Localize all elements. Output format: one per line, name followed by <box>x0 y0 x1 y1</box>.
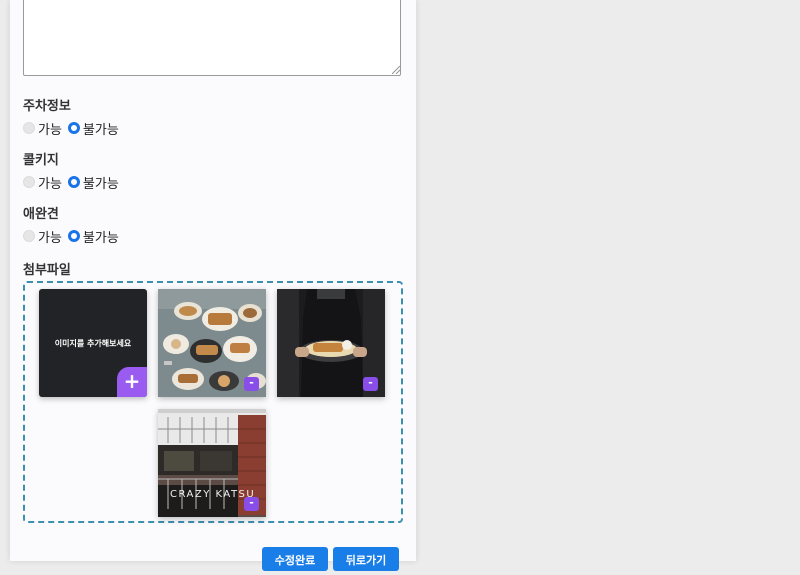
remove-image-button[interactable]: - <box>244 377 259 391</box>
add-image-button[interactable]: + <box>117 367 147 397</box>
description-textarea[interactable] <box>23 0 401 76</box>
parking-yes-radio[interactable] <box>23 122 35 134</box>
pets-no-label[interactable]: 불가능 <box>83 227 119 246</box>
storefront-sign-text: CRAZY KATSU <box>170 489 255 500</box>
image-thumbnail-chef: - <box>277 289 385 397</box>
parking-no-radio[interactable] <box>67 122 80 134</box>
corkage-label: 콜키지 <box>23 153 59 168</box>
image-thumbnail-storefront: CRAZY KATSU - <box>158 409 266 517</box>
parking-label: 주차정보 <box>23 99 71 114</box>
corkage-no-radio[interactable] <box>67 176 80 188</box>
parking-radio-group: 가능 불가능 <box>23 119 125 138</box>
submit-button[interactable]: 수정완료 <box>262 547 328 571</box>
attachments-label: 첨부파일 <box>23 263 71 278</box>
resize-grip-icon[interactable] <box>392 66 400 74</box>
pets-label: 애완견 <box>23 207 59 222</box>
corkage-no-label[interactable]: 불가능 <box>83 173 119 192</box>
parking-no-label[interactable]: 불가능 <box>83 119 119 138</box>
add-image-tile[interactable]: 이미지를 추가해보세요 + <box>39 289 147 397</box>
corkage-radio-group: 가능 불가능 <box>23 173 125 192</box>
remove-image-button[interactable]: - <box>244 497 259 511</box>
pets-yes-radio[interactable] <box>23 230 35 242</box>
parking-yes-label[interactable]: 가능 <box>38 119 62 138</box>
pets-yes-label[interactable]: 가능 <box>38 227 62 246</box>
corkage-yes-radio[interactable] <box>23 176 35 188</box>
add-image-text: 이미지를 추가해보세요 <box>54 338 132 348</box>
pets-no-radio[interactable] <box>67 230 80 242</box>
back-button[interactable]: 뒤로가기 <box>333 547 399 571</box>
attachment-dropzone[interactable]: 이미지를 추가해보세요 + - - CRAZY KATSU - <box>23 281 403 523</box>
form-panel: 주차정보 가능 불가능 콜키지 가능 불가능 애완견 가능 불가능 첨부파일 이… <box>10 0 416 561</box>
remove-image-button[interactable]: - <box>363 377 378 391</box>
corkage-yes-label[interactable]: 가능 <box>38 173 62 192</box>
pets-radio-group: 가능 불가능 <box>23 227 125 246</box>
image-thumbnail-food: - <box>158 289 266 397</box>
